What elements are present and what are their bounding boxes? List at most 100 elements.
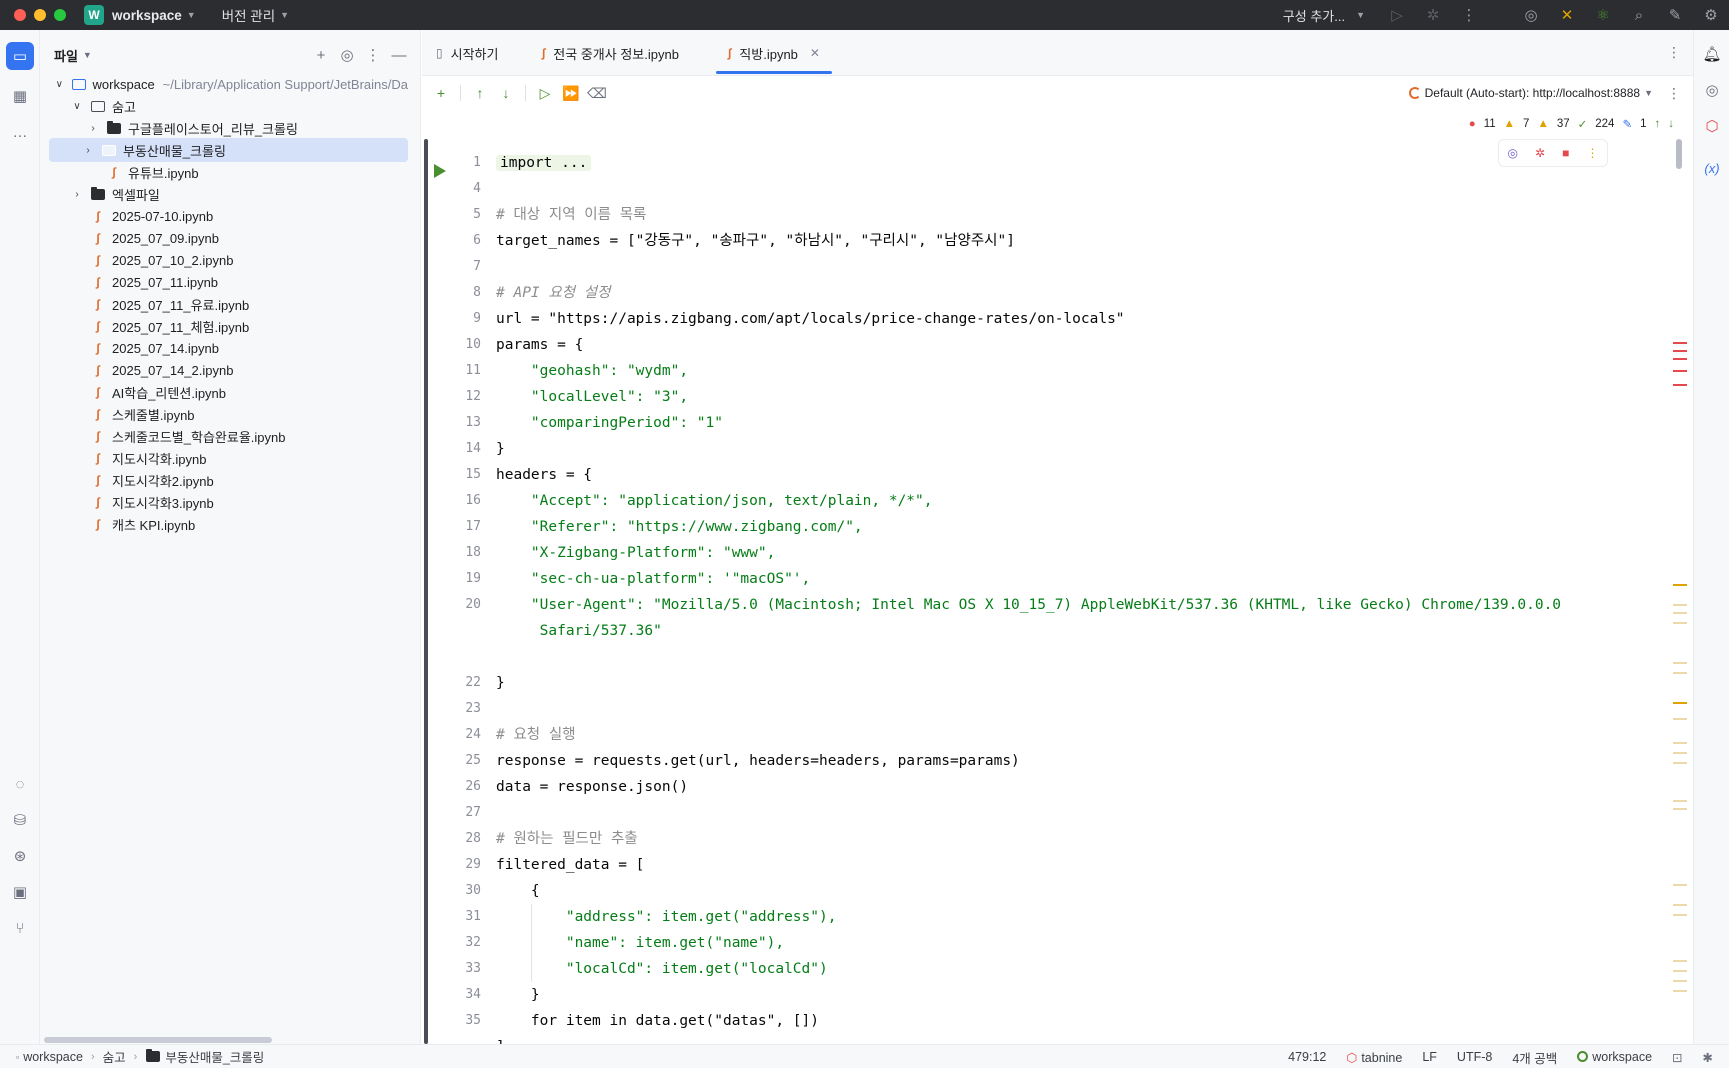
weak-warning-marker[interactable] xyxy=(1673,960,1687,962)
chevron-right-icon[interactable]: › xyxy=(70,189,84,200)
memory-indicator-icon[interactable]: ✱ xyxy=(1703,1050,1713,1065)
settings-icon[interactable]: ⚙ xyxy=(1693,0,1729,30)
inspection-widget[interactable]: ● 11 ▲ 7 ▲ 37 ✓ 224 ✎ 1 ↑ ↓ xyxy=(1469,115,1674,133)
tree-item-file[interactable]: ∫ 2025-07-10.ipynb xyxy=(54,204,408,228)
terminal-icon[interactable]: ▣ xyxy=(6,878,34,906)
tree-item-file[interactable]: ∫ 캐츠 KPI.ipynb xyxy=(54,512,408,536)
previous-problem-icon[interactable]: ↑ xyxy=(1655,118,1661,130)
weak-warning-marker[interactable] xyxy=(1673,742,1687,744)
more-tools-icon[interactable]: … xyxy=(6,118,34,146)
tab-zigbang[interactable]: ∫ 직방.ipynb ✕ xyxy=(716,30,832,76)
chevron-right-icon[interactable]: › xyxy=(81,145,95,156)
code-line[interactable]: params = { xyxy=(496,332,583,358)
code-line[interactable]: response = requests.get(url, headers=hea… xyxy=(496,748,1020,774)
weak-warning-marker[interactable] xyxy=(1673,752,1687,754)
code-line[interactable]: for item in data.get("datas", []) xyxy=(496,1008,819,1034)
add-cell-icon[interactable]: + xyxy=(428,85,454,101)
add-icon[interactable]: + xyxy=(308,47,334,64)
chevron-right-icon[interactable]: › xyxy=(86,123,100,134)
ai-assistant-icon[interactable]: ◎ xyxy=(1513,0,1549,30)
weak-warning-marker[interactable] xyxy=(1673,990,1687,992)
tabnine-icon[interactable]: ⬡ xyxy=(1700,114,1724,138)
weak-warning-marker[interactable] xyxy=(1673,762,1687,764)
debug-icon[interactable]: ✲ xyxy=(1415,0,1451,30)
project-horizontal-scrollbar[interactable] xyxy=(44,1037,272,1043)
weak-warning-marker[interactable] xyxy=(1673,662,1687,664)
code-line[interactable]: "address": item.get("address"), xyxy=(496,904,837,930)
tree-item-file[interactable]: ∫ AI학습_리텐션.ipynb xyxy=(54,380,408,404)
run-icon[interactable]: ▷ xyxy=(1379,0,1415,30)
weak-warning-marker[interactable] xyxy=(1673,672,1687,674)
ai-chat-icon[interactable]: ◎ xyxy=(1700,78,1724,102)
tree-item-file[interactable]: ∫ 지도시각화2.ipynb xyxy=(54,468,408,492)
code-line[interactable]: } xyxy=(496,436,505,462)
code-line[interactable]: # 대상 지역 이름 목록 xyxy=(496,202,646,228)
ai-assistant-icon[interactable]: ◎ xyxy=(1508,146,1518,160)
error-marker[interactable] xyxy=(1673,350,1687,352)
zoom-window-button[interactable] xyxy=(54,9,66,21)
code-line[interactable]: # API 요청 설정 xyxy=(496,280,610,306)
code-line[interactable]: # 원하는 필드만 추출 xyxy=(496,826,638,852)
next-problem-icon[interactable]: ↓ xyxy=(1668,118,1674,130)
tree-item-file[interactable]: ∫ 2025_07_14.ipynb xyxy=(54,336,408,360)
code-line[interactable]: "Accept": "application/json, text/plain,… xyxy=(496,488,933,514)
project-tool-icon[interactable]: ▭ xyxy=(6,42,34,70)
search-icon[interactable]: ⌕ xyxy=(1621,0,1657,30)
breadcrumb-item[interactable]: 부동산매물_크롤링 xyxy=(165,1047,264,1066)
weak-warning-marker[interactable] xyxy=(1673,604,1687,606)
tree-item-root[interactable]: ∨ workspace ~/Library/Application Suppor… xyxy=(54,72,408,96)
atom-icon[interactable]: ⚛ xyxy=(1585,0,1621,30)
weak-warning-marker[interactable] xyxy=(1673,612,1687,614)
error-marker[interactable] xyxy=(1673,342,1687,344)
python-console-icon[interactable]: ⊛ xyxy=(6,842,34,870)
build-tools-icon[interactable]: ✕ xyxy=(1549,0,1585,30)
code-line[interactable]: url = "https://apis.zigbang.com/apt/loca… xyxy=(496,306,1125,332)
tabnine-status[interactable]: ⬡ tabnine xyxy=(1346,1050,1402,1065)
code-line[interactable]: Safari/537.36" xyxy=(496,618,662,644)
tree-item-file[interactable]: ∫ 스케줄코드별_학습완료율.ipynb xyxy=(54,424,408,448)
code-line[interactable]: target_names = ["강동구", "송파구", "하남시", "구리… xyxy=(496,228,1015,254)
code-line[interactable]: "X-Zigbang-Platform": "www", xyxy=(496,540,775,566)
weak-warning-marker[interactable] xyxy=(1673,622,1687,624)
code-line[interactable]: "name": item.get("name"), xyxy=(496,930,784,956)
weak-warning-marker[interactable] xyxy=(1673,800,1687,802)
code-line[interactable]: } xyxy=(496,670,505,696)
tab-broker-info[interactable]: ∫ 전국 중개사 정보.ipynb xyxy=(542,30,679,76)
tree-item-file[interactable]: ∫ 스케줄별.ipynb xyxy=(54,402,408,426)
weak-warning-marker[interactable] xyxy=(1673,970,1687,972)
caret-position[interactable]: 479:12 xyxy=(1288,1050,1326,1064)
warning-marker[interactable] xyxy=(1673,584,1687,586)
weak-warning-marker[interactable] xyxy=(1673,718,1687,720)
close-window-button[interactable] xyxy=(14,9,26,21)
chevron-down-icon[interactable]: ∨ xyxy=(70,101,84,112)
indent-setting[interactable]: 4개 공백 xyxy=(1512,1048,1557,1067)
code-line[interactable]: # 요청 실행 xyxy=(496,722,576,748)
move-up-icon[interactable]: ↑ xyxy=(467,85,493,101)
tree-item-file[interactable]: ∫ 지도시각화.ipynb xyxy=(54,446,408,470)
notifications-icon[interactable]: 🔔︎ xyxy=(1700,42,1724,66)
tree-item-folder-selected[interactable]: › 부동산매물_크롤링 xyxy=(49,138,408,162)
weak-warning-marker[interactable] xyxy=(1673,914,1687,916)
breadcrumb-item[interactable]: 숨고 xyxy=(103,1047,126,1066)
vcs-menu[interactable]: 버전 관리 xyxy=(222,5,275,25)
git-icon[interactable]: ⑂ xyxy=(6,914,34,942)
more-icon[interactable]: ⋮ xyxy=(1451,0,1487,30)
code-line[interactable]: "sec-ch-ua-platform": '"macOS"', xyxy=(496,566,810,592)
line-separator[interactable]: LF xyxy=(1422,1050,1437,1064)
move-down-icon[interactable]: ↓ xyxy=(493,85,519,101)
file-encoding[interactable]: UTF-8 xyxy=(1457,1050,1492,1064)
code-line[interactable]: filtered_data = [ xyxy=(496,852,644,878)
code-line[interactable]: { xyxy=(496,878,540,904)
lock-icon[interactable]: ⊡ xyxy=(1672,1050,1682,1065)
weak-warning-marker[interactable] xyxy=(1673,980,1687,982)
error-marker[interactable] xyxy=(1673,358,1687,360)
tree-item-file[interactable]: ∫ 지도시각화3.ipynb xyxy=(54,490,408,514)
weak-warning-marker[interactable] xyxy=(1673,884,1687,886)
error-marker[interactable] xyxy=(1673,370,1687,372)
services-icon[interactable]: ◌ xyxy=(6,770,34,798)
run-config-selector[interactable]: 구성 추가... xyxy=(1283,6,1345,25)
close-icon[interactable]: ✕ xyxy=(810,46,820,60)
code-line[interactable]: } xyxy=(496,982,540,1008)
tab-options-icon[interactable]: ⋮ xyxy=(1667,44,1681,61)
tree-item-file[interactable]: ∫ 2025_07_10_2.ipynb xyxy=(54,248,408,272)
